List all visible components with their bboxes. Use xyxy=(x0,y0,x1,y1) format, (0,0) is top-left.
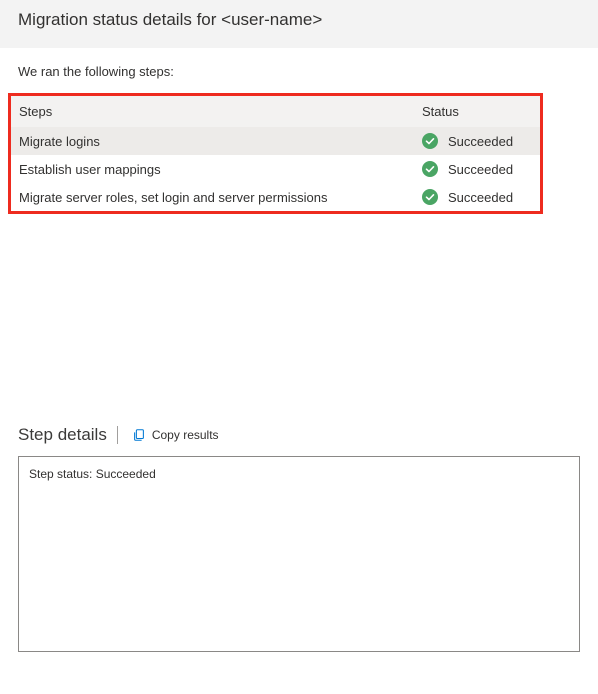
step-name: Establish user mappings xyxy=(19,162,422,177)
step-name: Migrate logins xyxy=(19,134,422,149)
copy-icon xyxy=(132,428,146,442)
intro-text: We ran the following steps: xyxy=(0,48,598,93)
table-row[interactable]: Migrate server roles, set login and serv… xyxy=(11,183,540,211)
step-status-cell: Succeeded xyxy=(422,161,532,177)
step-details-title: Step details xyxy=(18,425,117,445)
page-header: Migration status details for <user-name> xyxy=(0,0,598,48)
step-name: Migrate server roles, set login and serv… xyxy=(19,190,422,205)
table-row[interactable]: Establish user mappings Succeeded xyxy=(11,155,540,183)
step-status-text: Succeeded xyxy=(448,162,513,177)
divider xyxy=(117,426,118,444)
spacer xyxy=(0,214,598,424)
column-header-steps: Steps xyxy=(19,104,422,119)
check-circle-icon xyxy=(422,161,438,177)
step-status-cell: Succeeded xyxy=(422,133,532,149)
step-status-text: Succeeded xyxy=(448,134,513,149)
page-title: Migration status details for <user-name> xyxy=(18,10,580,30)
table-row[interactable]: Migrate logins Succeeded xyxy=(11,127,540,155)
check-circle-icon xyxy=(422,189,438,205)
check-circle-icon xyxy=(422,133,438,149)
copy-results-button[interactable]: Copy results xyxy=(126,424,225,446)
steps-table-header: Steps Status xyxy=(11,96,540,127)
step-status-cell: Succeeded xyxy=(422,189,532,205)
steps-table-highlight: Steps Status Migrate logins Succeeded Es… xyxy=(8,93,543,214)
step-details-header: Step details Copy results xyxy=(0,424,598,450)
step-details-box: Step status: Succeeded xyxy=(18,456,580,652)
step-status-text: Succeeded xyxy=(448,190,513,205)
copy-results-label: Copy results xyxy=(152,428,219,442)
step-status-line: Step status: Succeeded xyxy=(29,467,569,481)
column-header-status: Status xyxy=(422,104,532,119)
